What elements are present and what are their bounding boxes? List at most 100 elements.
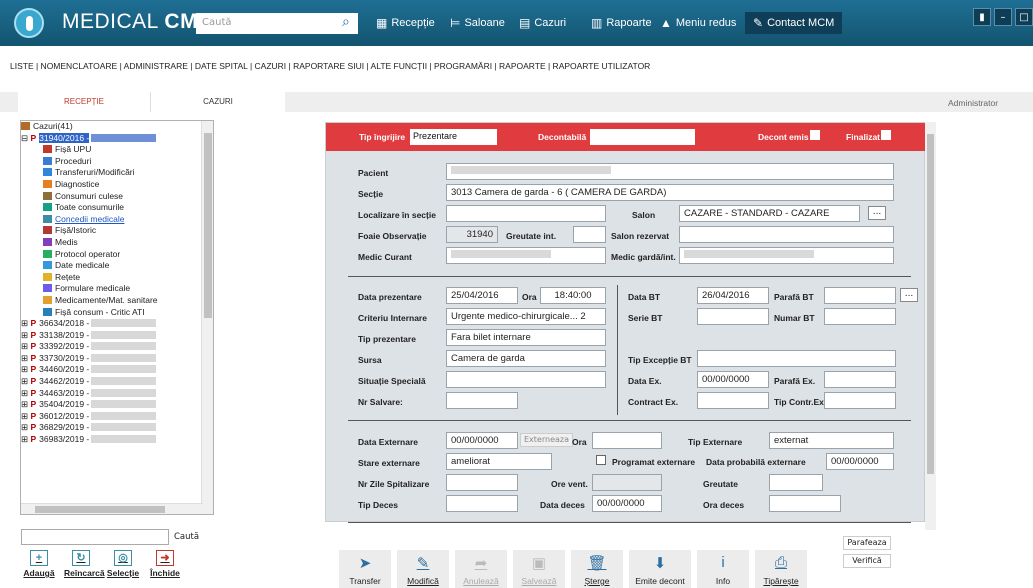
tree-item[interactable]: Protocol operator — [21, 249, 213, 261]
pacient-field[interactable] — [446, 163, 894, 180]
parafa-ex-field[interactable] — [824, 371, 896, 388]
criteriu-internare-field[interactable]: Urgente medico-chirurgicale... 2 — [446, 308, 606, 325]
tree-case[interactable]: ⊞ P 33392/2019 - — [21, 341, 213, 353]
localizare-field[interactable] — [446, 205, 606, 222]
tree-item[interactable]: Transferuri/Modificări — [21, 167, 213, 179]
medic-curant-field[interactable] — [446, 247, 606, 264]
tab-cazuri[interactable]: CAZURI — [150, 92, 285, 112]
tree-item[interactable]: Concedii medicale — [21, 214, 213, 226]
medic-garda-field[interactable] — [679, 247, 894, 264]
externeaza-button[interactable]: Externeaza — [520, 433, 573, 447]
tree-case[interactable]: ⊞ P 36012/2019 - — [21, 411, 213, 423]
data-externare-field[interactable]: 00/00/0000 — [446, 432, 518, 449]
tree-root[interactable]: Cazuri(41) — [21, 121, 213, 133]
tree-item[interactable]: Medicamente/Mat. sanitare — [21, 295, 213, 307]
salon-field[interactable]: CAZARE - STANDARD - CAZARE — [679, 205, 860, 222]
print-button[interactable]: ⎙ Tipărește — [755, 550, 807, 588]
select-button[interactable]: ◎ Selecție — [106, 550, 140, 578]
menu-meniu-redus[interactable]: ▲ Meniu redus — [660, 12, 736, 34]
ora-prezentare-field[interactable]: 18:40:00 — [540, 287, 606, 304]
maximize-button[interactable]: □ — [1015, 8, 1033, 26]
tree-item[interactable]: Toate consumurile — [21, 202, 213, 214]
main-menu[interactable]: LISTE | NOMENCLATOARE | ADMINISTRARE | D… — [10, 61, 650, 71]
tree-search-button[interactable]: Caută — [174, 532, 199, 542]
parafa-bt-field[interactable] — [824, 287, 896, 304]
tree-item[interactable]: Date medicale — [21, 260, 213, 272]
ora-deces-field[interactable] — [769, 495, 841, 512]
tree-case[interactable]: ⊞ P 34462/2019 - — [21, 376, 213, 388]
tree-item[interactable]: Medis — [21, 237, 213, 249]
finalizat-checkbox[interactable] — [881, 130, 891, 140]
decont-emis-checkbox[interactable] — [810, 130, 820, 140]
form-vertical-scrollbar[interactable] — [925, 122, 936, 530]
tip-deces-field[interactable] — [446, 495, 518, 512]
verifica-button[interactable]: Verifică — [843, 554, 891, 568]
data-ex-field[interactable]: 00/00/0000 — [697, 371, 769, 388]
tree-case[interactable]: ⊞ P 34460/2019 - — [21, 364, 213, 376]
global-search-input[interactable]: Caută — [196, 13, 358, 34]
tree-case[interactable]: ⊞ P 33138/2019 - — [21, 330, 213, 342]
tree-item[interactable]: Rețete — [21, 272, 213, 284]
tree-case-selected[interactable]: ⊟ P 31940/2016 - — [21, 132, 213, 145]
nr-salvare-field[interactable] — [446, 392, 518, 409]
close-button[interactable]: ➜ Închide — [148, 550, 182, 578]
programat-externare-checkbox[interactable] — [596, 455, 606, 465]
ora-externare-field[interactable] — [592, 432, 662, 449]
tip-exceptie-bt-field[interactable] — [697, 350, 896, 367]
minimize-button[interactable]: – — [994, 8, 1012, 26]
nr-zile-spitalizare-field[interactable] — [446, 474, 518, 491]
numar-bt-field[interactable] — [824, 308, 896, 325]
salon-rezervat-field[interactable] — [679, 226, 894, 243]
menu-contact[interactable]: ✎ Contact MCM — [745, 12, 843, 34]
search-icon[interactable]: ⌕ — [342, 14, 350, 30]
tree-item[interactable]: Fișă UPU — [21, 144, 213, 156]
reload-button[interactable]: ↻ Reîncarcă — [64, 550, 105, 578]
data-bt-field[interactable]: 26/04/2016 — [697, 287, 769, 304]
parafa-picker-button[interactable]: ... — [900, 288, 918, 302]
data-prezentare-field[interactable]: 25/04/2016 — [446, 287, 518, 304]
greutate-int-field[interactable] — [573, 226, 606, 243]
tree-case[interactable]: ⊞ P 36829/2019 - — [21, 422, 213, 434]
info-button[interactable]: i Info — [697, 550, 749, 588]
tree-item[interactable]: Fișă consum - Critic ATI — [21, 307, 213, 319]
save-button[interactable]: ▣ Salvează — [513, 550, 565, 588]
transfer-button[interactable]: ➤ Transfer — [339, 550, 391, 588]
situatie-speciala-field[interactable] — [446, 371, 606, 388]
decontabila-field[interactable] — [590, 129, 695, 145]
tree-item[interactable]: Formulare medicale — [21, 283, 213, 295]
delete-button[interactable]: 🗑 Șterge — [571, 550, 623, 588]
data-deces-field[interactable]: 00/00/0000 — [592, 495, 662, 512]
menu-rapoarte[interactable]: ▥ Rapoarte — [591, 12, 652, 34]
cancel-button[interactable]: ➦ Anulează — [455, 550, 507, 588]
greutate-field[interactable] — [769, 474, 823, 491]
tree-case[interactable]: ⊞ P 36983/2019 - — [21, 434, 213, 446]
add-button[interactable]: + Adaugă — [22, 550, 56, 578]
tip-contr-ex-field[interactable] — [824, 392, 896, 409]
tree-item[interactable]: Fișă/Istoric — [21, 225, 213, 237]
tree-horizontal-scrollbar[interactable] — [21, 503, 203, 514]
contract-ex-field[interactable] — [697, 392, 769, 409]
tree-vertical-scrollbar[interactable] — [201, 121, 213, 514]
emit-decont-button[interactable]: ⬇ Emite decont — [629, 550, 691, 588]
parafeaza-button[interactable]: Parafeaza — [843, 536, 891, 550]
tab-receptie[interactable]: RECEPȚIE — [18, 92, 150, 112]
tree-case[interactable]: ⊞ P 36634/2018 - — [21, 318, 213, 330]
data-probabila-field[interactable]: 00/00/0000 — [826, 453, 894, 470]
ore-vent-field[interactable] — [592, 474, 662, 491]
modify-button[interactable]: ✎ Modifică — [397, 550, 449, 588]
tree-case[interactable]: ⊞ P 34463/2019 - — [21, 388, 213, 400]
tree-case[interactable]: ⊞ P 33730/2019 - — [21, 353, 213, 365]
serie-bt-field[interactable] — [697, 308, 769, 325]
tree-item[interactable]: Diagnostice — [21, 179, 213, 191]
sursa-field[interactable]: Camera de garda — [446, 350, 606, 367]
sectie-field[interactable]: 3013 Camera de garda - 6 ( CAMERA DE GAR… — [446, 184, 894, 201]
stare-externare-field[interactable]: ameliorat — [446, 453, 552, 470]
tip-externare-field[interactable]: externat — [769, 432, 894, 449]
menu-saloane[interactable]: ⊨ Saloane — [450, 12, 505, 34]
case-tree[interactable]: Cazuri(41) ⊟ P 31940/2016 - Fișă UPU Proce… — [20, 120, 214, 515]
tree-search-input[interactable] — [21, 529, 169, 545]
tree-item[interactable]: Consumuri culese — [21, 191, 213, 203]
tip-ingrijire-field[interactable]: Prezentare — [410, 129, 497, 145]
tree-item[interactable]: Proceduri — [21, 156, 213, 168]
menu-cazuri[interactable]: ▤ Cazuri — [519, 12, 566, 34]
